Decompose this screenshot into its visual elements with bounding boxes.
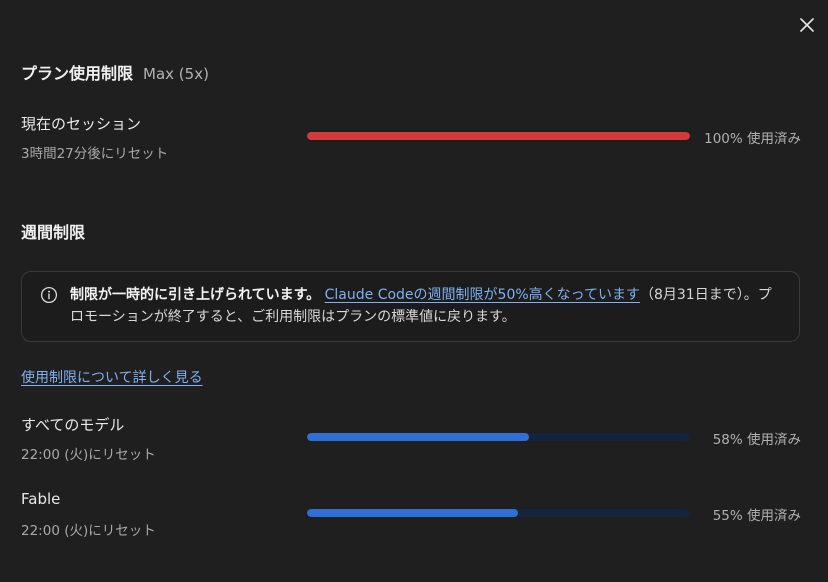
plan-title: プラン使用制限 — [21, 64, 134, 83]
session-progress-fill — [307, 132, 690, 140]
promo-notice-bold: 制限が一時的に引き上げられています。 — [70, 287, 321, 303]
all-models-usage-row: すべてのモデル 22:00 (火)にリセット 58% 使用済み — [21, 414, 801, 463]
promo-notice: 制限が一時的に引き上げられています。 Claude Codeの週間制限が50%高… — [21, 271, 800, 342]
plan-tier: Max (5x) — [143, 65, 209, 83]
all-models-progress-fill — [307, 433, 530, 441]
fable-progress-fill — [307, 509, 518, 517]
close-button[interactable] — [795, 13, 819, 37]
session-progress-bar — [307, 132, 690, 140]
session-label: 現在のセッション — [21, 115, 142, 133]
learn-more-link[interactable]: 使用制限について詳しく見る — [21, 367, 203, 387]
promo-notice-link[interactable]: Claude Codeの週間制限が50%高くなっています — [325, 287, 640, 303]
fable-reset-time: 22:00 (火)にリセット — [21, 523, 156, 539]
all-models-percent-used: 58% 使用済み — [712, 432, 801, 448]
all-models-reset-time: 22:00 (火)にリセット — [21, 447, 156, 463]
session-reset-time: 3時間27分後にリセット — [21, 146, 169, 162]
fable-percent-used: 55% 使用済み — [712, 508, 801, 524]
promo-notice-text: 制限が一時的に引き上げられています。 Claude Codeの週間制限が50%高… — [70, 284, 782, 328]
fable-usage-row: Fable 22:00 (火)にリセット 55% 使用済み — [21, 490, 801, 539]
session-percent-used: 100% 使用済み — [704, 131, 801, 147]
fable-progress-bar — [307, 509, 690, 517]
close-icon[interactable] — [800, 18, 814, 32]
plan-heading: プラン使用制限 Max (5x) — [21, 60, 209, 84]
all-models-label: すべてのモデル — [21, 416, 125, 434]
usage-limits-dialog: プラン使用制限 Max (5x) 現在のセッション 3時間27分後にリセット 1… — [0, 0, 828, 582]
weekly-limits-heading: 週間制限 — [21, 223, 86, 242]
session-usage-row: 現在のセッション 3時間27分後にリセット 100% 使用済み — [21, 113, 801, 162]
all-models-progress-bar — [307, 433, 690, 441]
info-icon — [40, 286, 58, 304]
fable-label: Fable — [21, 490, 61, 508]
